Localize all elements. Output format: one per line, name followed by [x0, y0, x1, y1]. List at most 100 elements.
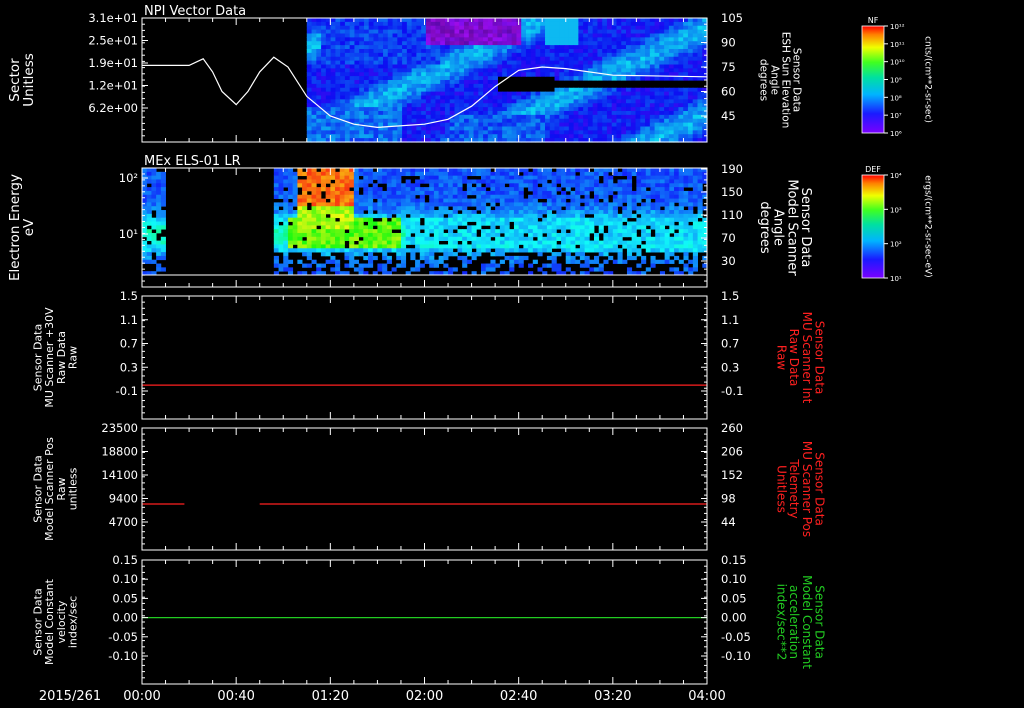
heatmap-cell [683, 64, 689, 69]
heatmap-cell [373, 29, 379, 35]
heatmap-cell [273, 187, 279, 192]
heatmap-cell [358, 225, 364, 230]
heatmap-cell [587, 103, 594, 108]
heatmap-cell [411, 60, 417, 66]
heatmap-cell [430, 41, 437, 46]
heatmap-cell [454, 41, 460, 46]
heatmap-cell [626, 134, 632, 139]
heatmap-cell [297, 210, 303, 215]
heatmap-cell [655, 194, 661, 199]
heatmap-cell [664, 41, 670, 46]
heatmap-cell [516, 107, 522, 112]
heatmap-cell [497, 41, 503, 46]
heatmap-cell [622, 183, 628, 188]
heatmap-cell [287, 206, 294, 211]
heatmap-cell [363, 232, 369, 238]
heatmap-cell [473, 25, 479, 31]
heatmap-cell [335, 122, 341, 128]
heatmap-cell [513, 175, 520, 180]
heatmap-cell [344, 45, 351, 50]
heatmap-cell [344, 49, 351, 54]
heatmap-cell [551, 236, 557, 242]
heatmap-cell [654, 134, 660, 139]
heatmap-cell [688, 194, 694, 199]
heatmap-cell [156, 225, 162, 230]
heatmap-cell [673, 41, 680, 46]
heatmap-cell [464, 118, 470, 124]
heatmap-cell [373, 52, 379, 58]
heatmap-cell [583, 107, 589, 112]
heatmap-cell [335, 210, 341, 215]
heatmap-cell [635, 56, 641, 62]
heatmap-cell [363, 33, 370, 38]
heatmap-cell [559, 87, 565, 93]
heatmap-cell [462, 194, 468, 199]
heatmap-cell [316, 206, 322, 211]
heatmap-cell [659, 118, 665, 124]
heatmap-cell [649, 68, 656, 73]
heatmap-cell [602, 25, 608, 31]
heatmap-cell [459, 99, 465, 104]
heatmap-cell [410, 187, 416, 192]
heatmap-cell [490, 252, 496, 257]
heatmap-cell [471, 236, 477, 242]
heatmap-cell [287, 229, 294, 234]
heatmap-cell [578, 111, 584, 116]
heatmap-cell [283, 198, 289, 203]
heatmap-cell [349, 202, 355, 207]
heatmap-cell [570, 194, 576, 199]
heatmap-cell [575, 229, 581, 234]
heatmap-cell [521, 21, 527, 27]
heatmap-cell [335, 56, 341, 62]
heatmap-cell [353, 168, 359, 173]
heatmap-cell [546, 263, 553, 268]
heatmap-cell [669, 202, 675, 207]
heatmap-cell [645, 107, 651, 112]
heatmap-cell [532, 183, 538, 188]
heatmap-cell [411, 126, 417, 131]
heatmap-cell [273, 175, 279, 180]
heatmap-cell [344, 25, 351, 31]
heatmap-cell [429, 217, 435, 222]
heatmap-cell [444, 25, 451, 31]
heatmap-cell [568, 114, 575, 120]
heatmap-cell [523, 244, 529, 249]
heatmap-cell [669, 179, 675, 184]
heatmap-cell [335, 190, 341, 196]
heatmap-cell [419, 244, 425, 249]
heatmap-cell [316, 83, 322, 89]
heatmap-cell [466, 213, 472, 219]
heatmap-cell [368, 87, 375, 93]
heatmap-cell [645, 64, 651, 69]
heatmap-cell [160, 267, 166, 272]
heatmap-cell [523, 255, 529, 261]
heatmap-cell [429, 263, 435, 268]
heatmap-cell [617, 171, 623, 177]
heatmap-cell [464, 95, 470, 100]
heatmap-cell [320, 217, 327, 222]
heatmap-cell [513, 232, 520, 238]
heatmap-cell [473, 49, 479, 54]
heatmap-cell [511, 134, 518, 139]
heatmap-cell [459, 83, 465, 89]
heatmap-cell [649, 45, 656, 50]
heatmap-cell [594, 259, 600, 264]
heatmap-cell [617, 217, 623, 222]
heatmap-cell [359, 111, 365, 116]
heatmap-cell [616, 87, 622, 93]
heatmap-cell [383, 91, 389, 97]
heatmap-cell [435, 45, 441, 50]
heatmap-cell [532, 259, 538, 264]
heatmap-cell [325, 206, 331, 211]
heatmap-cell [396, 190, 402, 196]
heatmap-cell [449, 103, 456, 108]
heatmap-cell [513, 248, 520, 253]
heatmap-cell [392, 130, 398, 135]
heatmap-cell [636, 198, 642, 203]
heatmap-cell [621, 87, 627, 93]
heatmap-cell [636, 171, 642, 177]
heatmap-cell [473, 21, 479, 27]
heatmap-cell [587, 107, 594, 112]
heatmap-cell [402, 29, 408, 35]
heatmap-cell [330, 60, 336, 66]
